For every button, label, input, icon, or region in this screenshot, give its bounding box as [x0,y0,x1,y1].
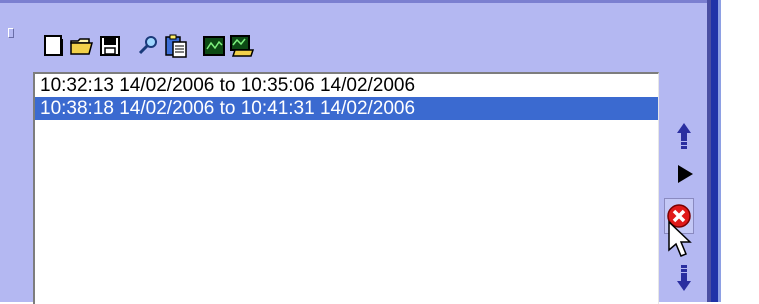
play-icon [678,165,693,183]
open-folder-icon [70,38,93,55]
save-button[interactable] [96,32,124,60]
chart-export-icon [230,35,255,57]
time-range-list[interactable]: 10:32:13 14/02/2006 to 10:35:06 14/02/20… [33,72,659,304]
chart-export-button[interactable] [228,32,256,60]
panel-top-border [0,0,710,3]
save-disk-icon [100,36,120,56]
open-button[interactable] [68,32,96,60]
list-item-selected[interactable]: 10:38:18 14/02/2006 to 10:41:31 14/02/20… [35,97,658,120]
search-magnifier-icon [138,36,157,55]
move-down-arrow-icon [677,265,691,291]
toolbar [40,30,256,62]
new-document-icon [44,35,63,56]
move-down-button[interactable] [672,260,696,294]
window-frame-border [711,0,718,302]
chart-button[interactable] [200,32,228,60]
play-button[interactable] [673,162,697,186]
chart-display-icon [203,36,225,56]
find-button[interactable] [134,32,162,60]
new-button[interactable] [40,32,68,60]
mouse-cursor-icon [668,220,692,257]
window-frame-highlight [718,0,721,302]
time-range-panel: 10:32:13 14/02/2006 to 10:35:06 14/02/20… [0,0,710,304]
paste-button[interactable] [162,32,190,60]
move-up-button[interactable] [672,120,696,154]
list-item[interactable]: 10:32:13 14/02/2006 to 10:35:06 14/02/20… [35,74,658,97]
move-up-arrow-icon [677,123,691,149]
paste-clipboard-icon [165,34,187,58]
toolbar-grip[interactable] [8,28,14,38]
